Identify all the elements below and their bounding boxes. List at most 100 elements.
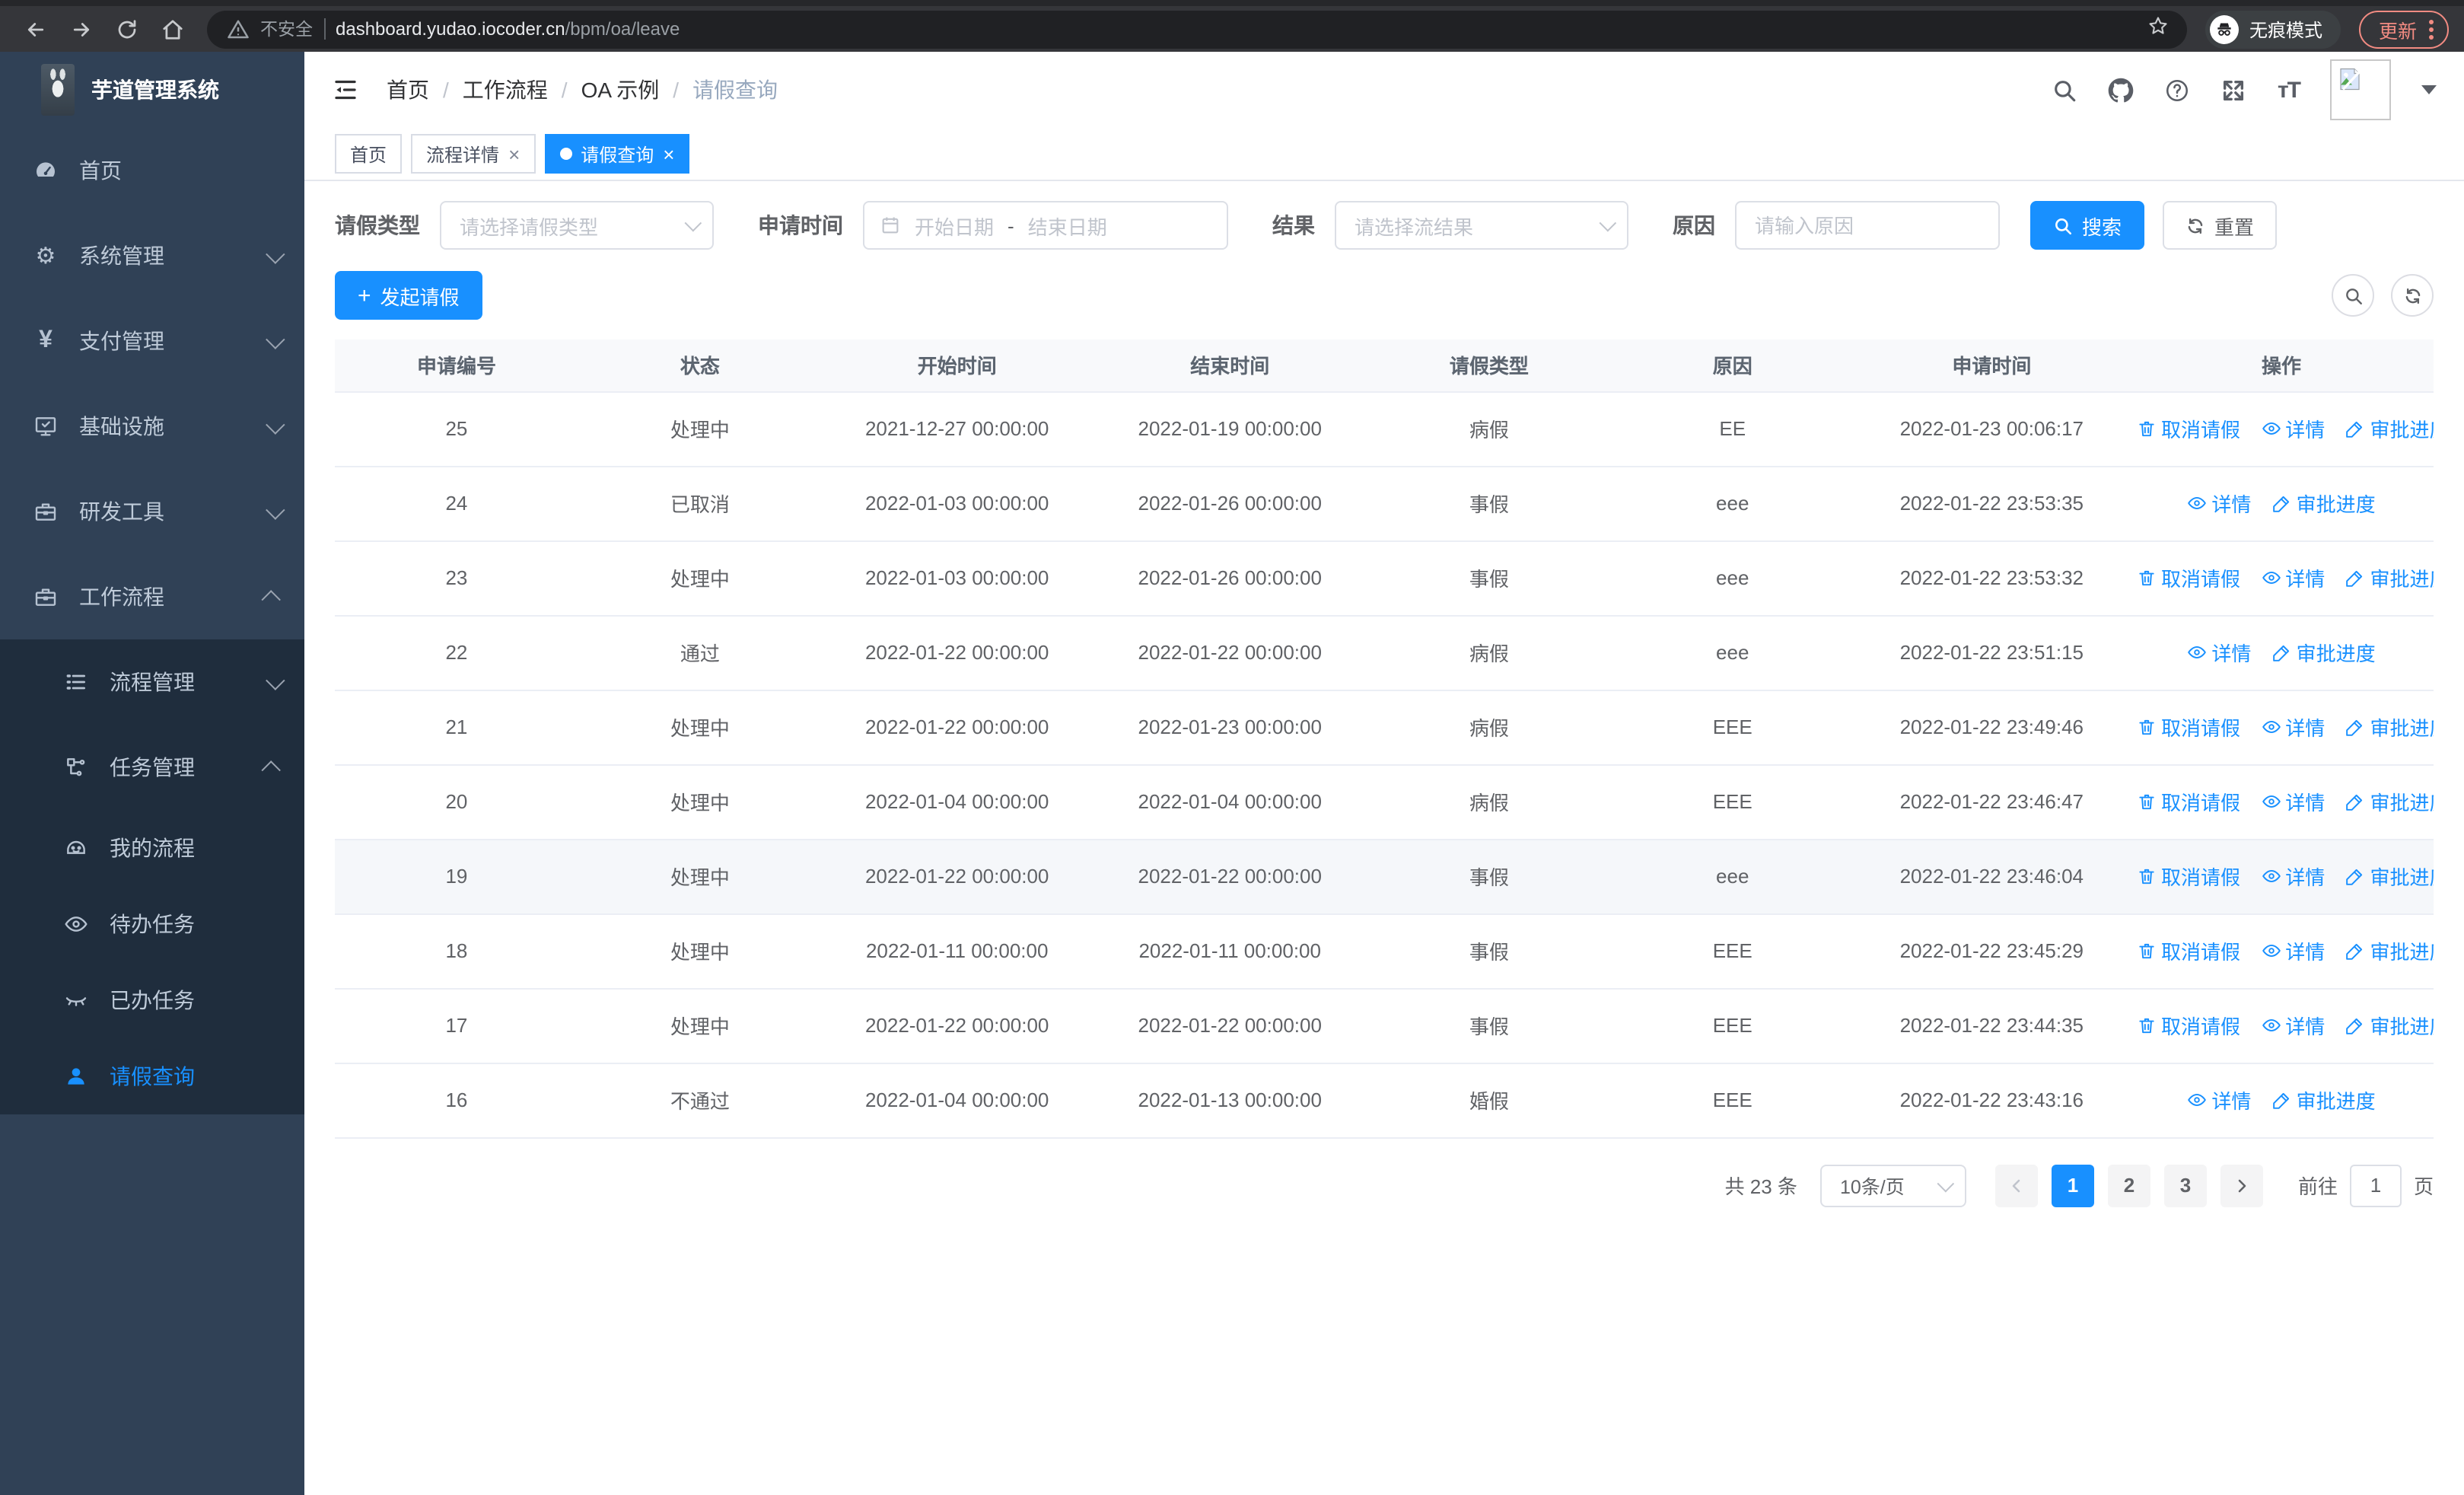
approval-progress-link[interactable]: 审批进度: [2272, 1085, 2376, 1114]
sidebar-fold-icon[interactable]: [332, 76, 359, 104]
sidebar-item-process-mgmt[interactable]: 流程管理: [0, 639, 304, 725]
detail-link[interactable]: 详情: [2187, 489, 2251, 518]
approval-progress-link[interactable]: 审批进度: [2272, 489, 2376, 518]
page-button-2[interactable]: 2: [2107, 1164, 2150, 1207]
cell-reason: eee: [1610, 540, 1854, 616]
result-select[interactable]: 请选择流结果: [1335, 201, 1628, 250]
reason-input[interactable]: [1755, 214, 1980, 237]
forward-icon[interactable]: [61, 9, 100, 49]
reload-icon[interactable]: [107, 9, 146, 49]
cancel-leave-link[interactable]: 取消请假: [2137, 862, 2240, 891]
approval-progress-link[interactable]: 审批进度: [2346, 787, 2434, 816]
broken-image-icon: [2340, 68, 2361, 91]
sidebar-item-done-tasks[interactable]: 已办任务: [0, 962, 304, 1038]
detail-link[interactable]: 详情: [2261, 414, 2325, 443]
sidebar-item-payment[interactable]: ¥ 支付管理: [0, 298, 304, 384]
cancel-leave-link[interactable]: 取消请假: [2137, 414, 2240, 443]
help-icon[interactable]: [2165, 77, 2191, 103]
cancel-leave-link[interactable]: 取消请假: [2137, 563, 2240, 592]
goto-page-input[interactable]: [2349, 1164, 2402, 1207]
font-size-icon[interactable]: тT: [2278, 77, 2301, 103]
tab-home[interactable]: 首页: [335, 134, 403, 174]
approval-progress-link[interactable]: 审批进度: [2346, 862, 2434, 891]
avatar-caret-icon[interactable]: [2421, 85, 2437, 94]
active-dot: [559, 148, 572, 160]
cell-actions: 取消请假 详情 审批进度: [2128, 391, 2434, 467]
cancel-leave-link[interactable]: 取消请假: [2137, 936, 2240, 965]
sidebar-item-workflow[interactable]: 工作流程: [0, 554, 304, 639]
page-button-3[interactable]: 3: [2163, 1164, 2207, 1207]
approval-progress-link[interactable]: 审批进度: [2346, 936, 2434, 965]
cell-leave-type: 病假: [1367, 690, 1611, 765]
breadcrumb-home[interactable]: 首页: [387, 75, 429, 105]
sidebar-item-home[interactable]: 首页: [0, 128, 304, 213]
detail-link[interactable]: 详情: [2261, 563, 2325, 592]
security-label[interactable]: 不安全: [260, 17, 313, 41]
sidebar-item-task-mgmt[interactable]: 任务管理: [0, 725, 304, 810]
sidebar-item-leave-query[interactable]: 请假查询: [0, 1038, 304, 1114]
search-button[interactable]: 搜索: [2030, 201, 2145, 250]
avatar[interactable]: [2330, 59, 2391, 120]
detail-link[interactable]: 详情: [2187, 1085, 2251, 1114]
breadcrumb-oa[interactable]: OA 示例: [581, 75, 660, 105]
browser-menu-icon[interactable]: [2429, 19, 2434, 39]
detail-link[interactable]: 详情: [2261, 712, 2325, 741]
leave-type-select[interactable]: 请选择请假类型: [440, 201, 714, 250]
cell-reason: EEE: [1610, 690, 1854, 765]
fullscreen-icon[interactable]: [2221, 77, 2247, 103]
bookmark-star-icon[interactable]: [2147, 14, 2169, 43]
sidebar-item-devtools[interactable]: 研发工具: [0, 469, 304, 554]
incognito-badge[interactable]: 无痕模式: [2205, 10, 2341, 48]
cell-apply-id: 21: [335, 690, 578, 765]
sidebar-item-infra[interactable]: 基础设施: [0, 384, 304, 469]
create-leave-button[interactable]: + 发起请假: [335, 271, 482, 320]
detail-link[interactable]: 详情: [2261, 862, 2325, 891]
detail-link[interactable]: 详情: [2261, 787, 2325, 816]
approval-progress-link[interactable]: 审批进度: [2346, 563, 2434, 592]
detail-link[interactable]: 详情: [2261, 1011, 2325, 1040]
github-icon[interactable]: [2109, 77, 2135, 103]
cancel-leave-link[interactable]: 取消请假: [2137, 787, 2240, 816]
cell-start-time: 2022-01-03 00:00:00: [821, 466, 1093, 541]
breadcrumb-workflow[interactable]: 工作流程: [463, 75, 548, 105]
table-body: 25 处理中 2021-12-27 00:00:00 2022-01-19 00…: [335, 391, 2434, 1138]
apply-time-range-picker[interactable]: 开始日期 - 结束日期: [863, 201, 1228, 250]
sidebar-item-system[interactable]: ⚙ 系统管理: [0, 213, 304, 298]
detail-link[interactable]: 详情: [2261, 936, 2325, 965]
cell-apply-id: 20: [335, 764, 578, 840]
tab-process-detail[interactable]: 流程详情 ×: [411, 134, 536, 174]
sidebar-item-todo-tasks[interactable]: 待办任务: [0, 886, 304, 962]
cell-apply-time: 2022-01-22 23:51:15: [1854, 615, 2129, 690]
close-icon[interactable]: ×: [508, 144, 520, 164]
back-icon[interactable]: [15, 9, 55, 49]
next-page-button[interactable]: [2220, 1164, 2263, 1207]
prev-page-button[interactable]: [1994, 1164, 2038, 1207]
sidebar-item-my-process[interactable]: 我的流程: [0, 810, 304, 886]
close-icon[interactable]: ×: [663, 144, 674, 164]
sidebar-menu: 首页 ⚙ 系统管理 ¥ 支付管理 基础设施 研发工具 工作流程 流程管理 任务管…: [0, 128, 304, 1495]
not-secure-warning-icon[interactable]: [225, 17, 250, 41]
search-icon[interactable]: [2052, 77, 2078, 103]
browser-update-button[interactable]: 更新: [2358, 10, 2449, 48]
search-icon: [2055, 218, 2072, 234]
approval-progress-link[interactable]: 审批进度: [2346, 712, 2434, 741]
approval-progress-link[interactable]: 审批进度: [2346, 414, 2434, 443]
tab-leave-query[interactable]: 请假查询 ×: [544, 134, 690, 174]
toggle-search-button[interactable]: [2332, 274, 2374, 317]
detail-link[interactable]: 详情: [2187, 638, 2251, 667]
home-icon[interactable]: [152, 9, 192, 49]
cancel-leave-link[interactable]: 取消请假: [2137, 1011, 2240, 1040]
refresh-table-button[interactable]: [2391, 274, 2434, 317]
approval-progress-link[interactable]: 审批进度: [2346, 1011, 2434, 1040]
page-size-select[interactable]: 10条/页: [1819, 1164, 1966, 1207]
reset-button[interactable]: 重置: [2163, 201, 2278, 250]
cell-apply-id: 18: [335, 913, 578, 989]
cell-end-time: 2022-01-23 00:00:00: [1092, 690, 1367, 765]
approval-progress-link[interactable]: 审批进度: [2272, 638, 2376, 667]
url-text[interactable]: dashboard.yudao.iocoder.cn/bpm/oa/leave: [336, 18, 2137, 40]
logo-avatar: [41, 64, 75, 116]
page-button-1[interactable]: 1: [2051, 1164, 2094, 1207]
cell-status: 处理中: [578, 690, 822, 765]
cancel-leave-link[interactable]: 取消请假: [2137, 712, 2240, 741]
address-bar[interactable]: 不安全 dashboard.yudao.iocoder.cn/bpm/oa/le…: [207, 10, 2187, 48]
